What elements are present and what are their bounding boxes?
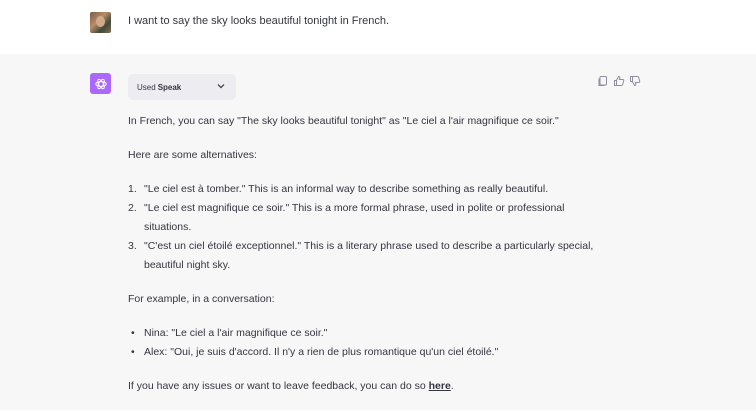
- plugin-name: Speak: [157, 82, 182, 92]
- list-item: 1. "Le ciel est à tomber." This is an in…: [128, 180, 608, 199]
- chatgpt-logo-icon: [90, 73, 111, 94]
- example-heading: For example, in a conversation:: [128, 293, 275, 305]
- openai-logo-icon: [94, 78, 107, 89]
- conversation-line: Nina: "Le ciel a l'air magnifique ce soi…: [144, 327, 328, 339]
- chevron-down-icon: [216, 81, 226, 93]
- message-actions: [597, 74, 641, 87]
- list-item-text: "C'est un ciel étoilé exceptionnel." Thi…: [144, 240, 594, 271]
- intro-paragraph: In French, you can say "The sky looks be…: [128, 115, 559, 127]
- copy-icon[interactable]: [597, 74, 609, 86]
- list-item: 3. "C'est un ciel étoilé exceptionnel." …: [128, 237, 608, 275]
- feedback-period: .: [450, 380, 454, 392]
- list-number: 3.: [128, 240, 137, 252]
- alternatives-list: 1. "Le ciel est à tomber." This is an in…: [128, 180, 608, 275]
- list-number: 1.: [128, 183, 137, 195]
- user-message-text: I want to say the sky looks beautiful to…: [128, 15, 390, 27]
- alternatives-heading: Here are some alternatives:: [128, 149, 257, 161]
- feedback-paragraph: If you have any issues or want to leave …: [128, 377, 608, 396]
- bullet-icon: •: [131, 346, 135, 358]
- plugin-used-label: Used: [137, 82, 156, 92]
- list-item: 2. "Le ciel est magnifique ce soir." Thi…: [128, 199, 608, 237]
- user-message-row: I want to say the sky looks beautiful to…: [0, 0, 756, 54]
- thumbs-down-icon[interactable]: [629, 74, 641, 87]
- thumbs-up-icon[interactable]: [613, 74, 625, 86]
- plugin-used-dropdown[interactable]: Used Speak: [128, 74, 236, 100]
- list-item: • Nina: "Le ciel a l'air magnifique ce s…: [128, 324, 608, 343]
- assistant-message-content: In French, you can say "The sky looks be…: [128, 112, 608, 411]
- avatar-face: [96, 16, 105, 27]
- list-number: 2.: [128, 202, 137, 214]
- conversation-list: • Nina: "Le ciel a l'air magnifique ce s…: [128, 324, 608, 362]
- assistant-message-row: Used Speak In French, you can say "The s…: [0, 54, 756, 410]
- list-item-text: "Le ciel est magnifique ce soir." This i…: [144, 202, 565, 233]
- list-item-text: "Le ciel est à tomber." This is an infor…: [144, 183, 549, 195]
- user-avatar: [90, 12, 111, 33]
- bullet-icon: •: [131, 327, 135, 339]
- feedback-text: If you have any issues or want to leave …: [128, 380, 429, 392]
- list-item: • Alex: "Oui, je suis d'accord. Il n'y a…: [128, 343, 608, 362]
- feedback-link[interactable]: here: [429, 380, 451, 392]
- conversation-line: Alex: "Oui, je suis d'accord. Il n'y a r…: [144, 346, 499, 358]
